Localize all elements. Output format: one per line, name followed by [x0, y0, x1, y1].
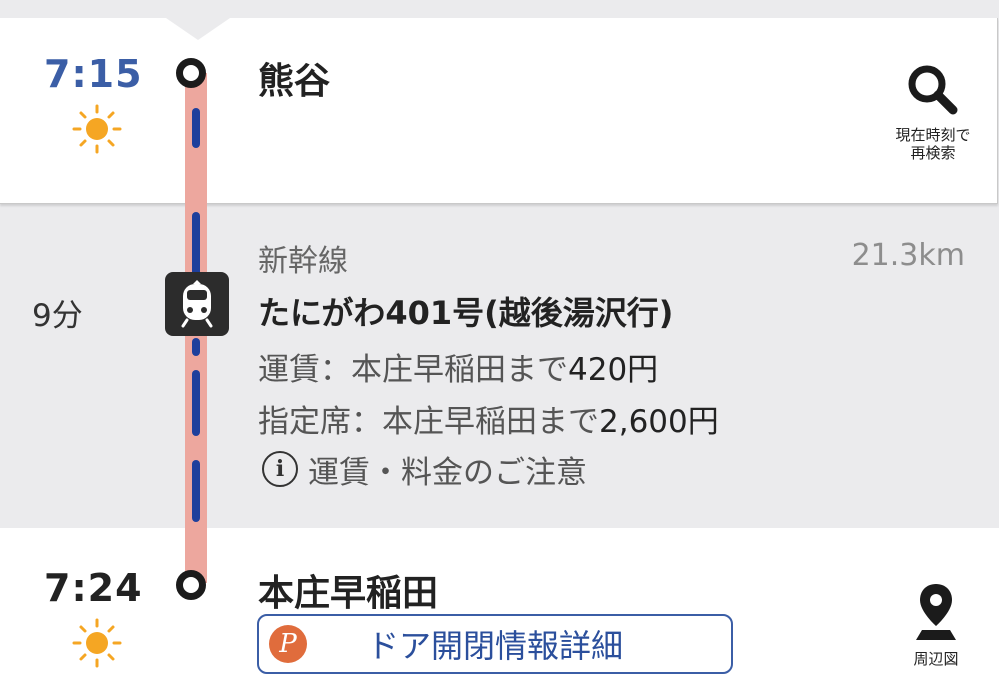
door-info-label: ドア開閉情報詳細 [367, 627, 624, 665]
map-pin-icon [916, 584, 956, 640]
fare-notice-link[interactable]: i 運賃・料金のご注意 [262, 448, 587, 491]
arrival-time: 7:24 [44, 566, 143, 610]
info-icon: i [262, 451, 298, 487]
area-map-button[interactable]: 周辺図 [898, 582, 974, 669]
line-name: 新幹線 [258, 244, 348, 279]
track-dash [192, 338, 200, 356]
fare-label: 運賃：本庄早稲田まで [258, 352, 568, 388]
track-dash [192, 460, 200, 522]
area-map-label: 周辺図 [913, 650, 959, 668]
sun-icon [72, 618, 122, 668]
fare-notice-text: 運賃・料金のご注意 [308, 454, 587, 491]
p-badge-icon: P [269, 625, 307, 663]
search-icon [908, 65, 958, 115]
train-icon [165, 272, 229, 336]
track-dash [192, 108, 200, 148]
track-dash [192, 370, 200, 436]
ride-duration: 9分 [32, 298, 83, 334]
departure-node [176, 58, 206, 88]
reserved-seat-value: 2,600円 [599, 404, 719, 440]
notch [166, 18, 230, 40]
research-label: 現在時刻で 再検索 [888, 126, 978, 162]
fare: 運賃：本庄早稲田まで420円 [258, 344, 658, 389]
fare-value: 420円 [568, 352, 659, 388]
departure-card [0, 18, 998, 204]
sun-icon [72, 104, 122, 154]
research-label-line2: 再検索 [910, 144, 956, 162]
train-name[interactable]: たにがわ401号(越後湯沢行) [258, 288, 673, 334]
arrival-node [176, 570, 206, 600]
distance: 21.3km [851, 238, 965, 273]
departure-time: 7:15 [44, 52, 143, 96]
research-label-line1: 現在時刻で [895, 126, 971, 144]
reserved-seat-fare: 指定席：本庄早稲田まで2,600円 [258, 396, 719, 441]
track-dash [192, 212, 200, 278]
reserved-seat-label: 指定席：本庄早稲田まで [258, 404, 599, 440]
research-now-button[interactable]: 現在時刻で 再検索 [888, 62, 978, 162]
arrival-station[interactable]: 本庄早稲田 [258, 564, 438, 616]
departure-station[interactable]: 熊谷 [258, 52, 330, 104]
door-info-button[interactable]: P ドア開閉情報詳細 [257, 614, 733, 674]
